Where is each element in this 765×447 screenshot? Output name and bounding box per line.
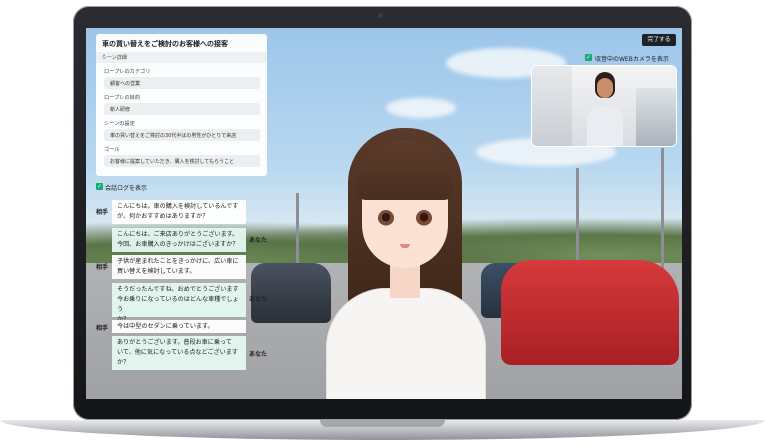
message-line: いて、他に気になっている点などございます [117, 349, 238, 356]
message-line: 子供が産まれたことをきっかけに、広い車に [117, 258, 239, 265]
message-line: 今お乗りになっているのはどんな車種でしょう [117, 296, 239, 313]
message-line: が、何かおすすめはありますか？ [117, 213, 209, 220]
message-line: 買い替えを検討しています。 [117, 268, 196, 275]
laptop-notch [320, 420, 445, 427]
message-line: か？ [117, 359, 130, 366]
speaker-label: 相手 [96, 325, 109, 332]
goal-label: ゴール [104, 147, 120, 153]
webcam-checkbox[interactable]: ✓ [585, 54, 592, 61]
avatar-character [304, 118, 504, 399]
message-line: そうだったんですね、おめでとうございます [117, 286, 239, 293]
message-line: ありがとうございます。普段お車に乗って [117, 339, 232, 346]
message-line: こんにちは、ご来店ありがとうございます。 [117, 231, 239, 238]
speaker-label: あなた [249, 351, 268, 358]
log-toggle-label: 会話ログを表示 [105, 185, 148, 192]
scene-setting-label: シーンの設定 [104, 121, 135, 127]
category-field: 顧客への営業 [104, 77, 260, 89]
goal-purpose-value: 新人研修 [110, 107, 131, 113]
category-label: ロープレのカテゴリ [104, 69, 151, 75]
done-button[interactable]: 完了する [642, 34, 676, 46]
avatar-eye-left [378, 210, 394, 226]
chat-message: 子供が産まれたことをきっかけに、広い車に 買い替えを検討しています。 [112, 255, 246, 279]
speaker-label: 相手 [96, 264, 109, 271]
speaker-label: あなた [249, 237, 268, 244]
goal-value: お客様に提案していただき、購入を検討してもらうこと [110, 159, 235, 165]
person-shirt [587, 106, 623, 146]
light-pole [661, 148, 664, 278]
scene-setting-field: 車の買い替えをご検討の30代半ばの男性がひとりで来店 [104, 129, 260, 141]
scene-title: 車の買い替えをご検討のお客様への接客 [102, 40, 228, 48]
goal-purpose-label: ロープレの目的 [104, 95, 141, 101]
chevron-up-icon[interactable]: ⌃ [102, 54, 261, 60]
goal-field: お客様に提案していただき、購入を検討してもらうこと [104, 155, 260, 167]
person-face [597, 78, 613, 98]
message-line: 今回、お車購入のきっかけはございますか？ [117, 241, 239, 248]
cloud [386, 98, 456, 118]
category-value: 顧客への営業 [110, 81, 141, 87]
office-background [636, 88, 676, 146]
webcam-person [587, 72, 623, 146]
chat-message: そうだったんですね、おめでとうございます 今お乗りになっているのはどんな車種でし… [112, 283, 246, 323]
light-pole [296, 193, 299, 273]
scene-setting-value: 車の買い替えをご検討の30代半ばの男性がひとりで来店 [110, 133, 237, 139]
avatar-eye-right [416, 210, 432, 226]
office-background [532, 66, 572, 146]
app-screen: 車の買い替えをご検討のお客様への接客 シーン詳細 ⌃ ロープレのカテゴリ 顧客へ… [86, 28, 682, 399]
red-car [501, 260, 679, 365]
log-checkbox[interactable]: ✓ [96, 183, 103, 190]
chat-message: 今は中型のセダンに乗っています。 [112, 320, 246, 333]
speaker-label: 相手 [96, 209, 109, 216]
webcam-toggle-label: 収音中のWEBカメラを表示 [595, 56, 669, 63]
chat-message: こんにちは。車の購入を検討しているんです が、何かおすすめはありますか？ [112, 200, 246, 224]
message-line: こんにちは。車の購入を検討しているんです [117, 203, 239, 210]
message-line: 今は中型のセダンに乗っています。 [117, 323, 214, 330]
webcam-preview [532, 66, 676, 146]
chat-message: こんにちは、ご来店ありがとうございます。 今回、お車購入のきっかけはございますか… [112, 228, 246, 252]
speaker-label: あなた [249, 296, 268, 303]
scene-panel: 車の買い替えをご検討のお客様への接客 シーン詳細 ⌃ ロープレのカテゴリ 顧客へ… [96, 34, 267, 176]
laptop-camera [378, 13, 383, 18]
scene-details-header[interactable]: シーン詳細 ⌃ [96, 52, 267, 63]
goal-purpose-field: 新人研修 [104, 103, 260, 115]
avatar-body [326, 288, 486, 399]
chat-message: ありがとうございます。普段お車に乗って いて、他に気になっている点などございます… [112, 336, 246, 370]
